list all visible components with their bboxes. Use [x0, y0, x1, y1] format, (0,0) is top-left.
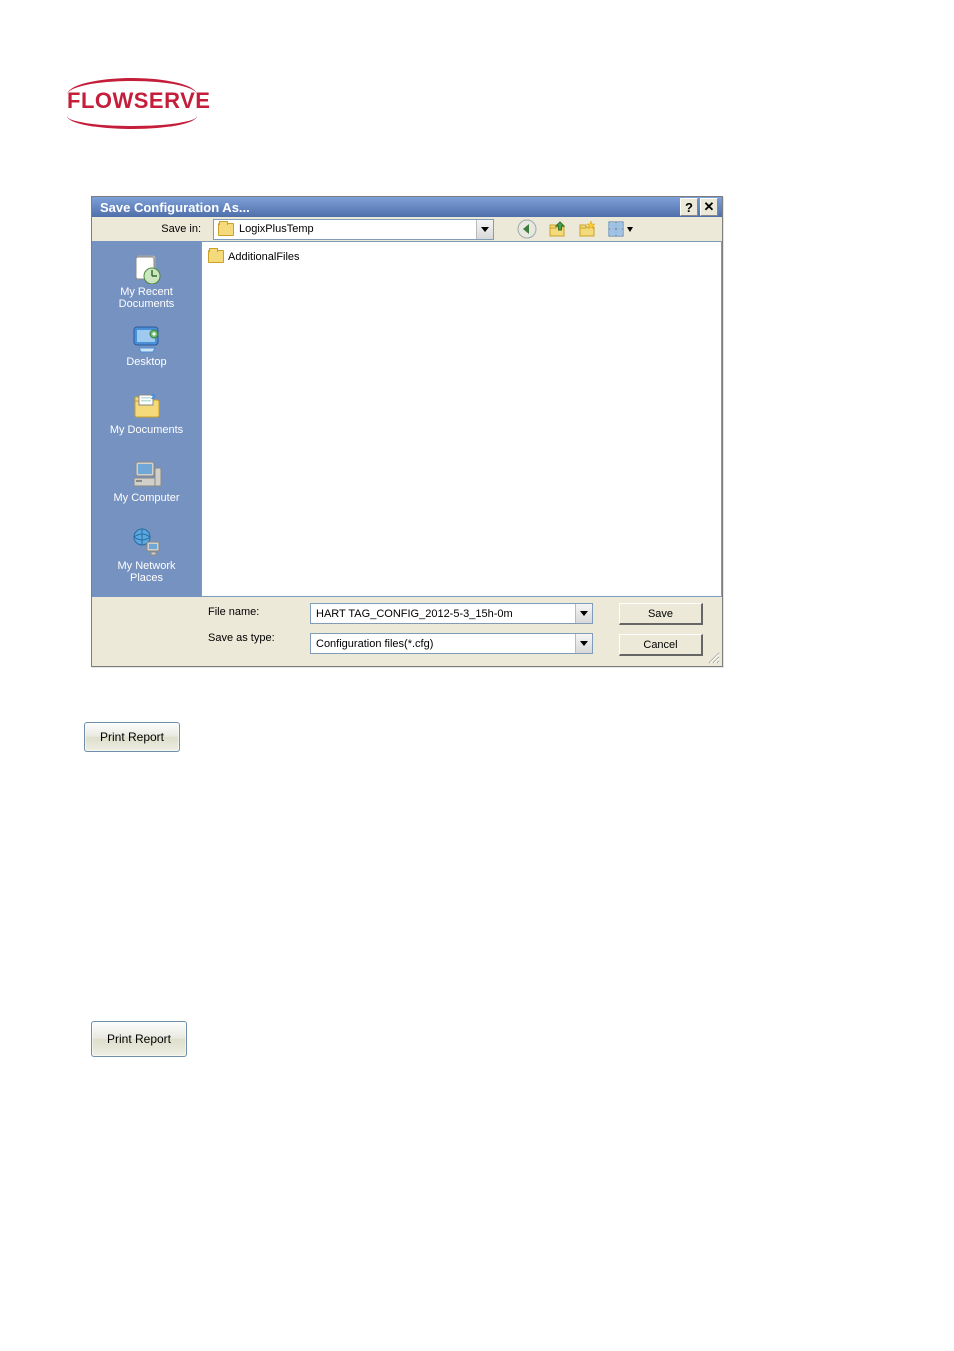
filetype-label: Save as type:	[208, 632, 310, 644]
savein-toolbar: Save in: LogixPlusTemp	[92, 217, 722, 241]
view-menu-button[interactable]	[606, 218, 636, 240]
desktop-icon	[131, 322, 163, 354]
save-dialog: Save Configuration As... ? ✕ Save in: Lo…	[91, 196, 723, 667]
chevron-down-icon	[575, 634, 592, 653]
up-one-level-button[interactable]	[546, 218, 568, 240]
save-button[interactable]: Save	[619, 603, 703, 625]
file-item-name: AdditionalFiles	[228, 251, 300, 263]
folder-icon	[208, 250, 224, 263]
close-titlebar-button[interactable]: ✕	[700, 198, 718, 216]
place-my-computer[interactable]: My Computer	[96, 454, 197, 510]
help-titlebar-button[interactable]: ?	[680, 198, 698, 216]
dialog-bottom: File name: Save as type: HART TAG_CONFIG…	[92, 597, 722, 666]
file-list-pane[interactable]: AdditionalFiles	[201, 241, 722, 597]
savein-value: LogixPlusTemp	[239, 223, 471, 235]
back-button[interactable]	[516, 218, 538, 240]
recent-documents-icon	[131, 252, 163, 284]
savein-dropdown[interactable]: LogixPlusTemp	[213, 219, 494, 240]
savein-label: Save in:	[126, 223, 201, 235]
help-icon: ?	[685, 200, 693, 215]
chevron-down-icon	[575, 604, 592, 623]
dialog-title: Save Configuration As...	[100, 200, 250, 215]
folder-icon	[218, 223, 234, 236]
place-network-places[interactable]: My Network Places	[96, 522, 197, 590]
filetype-dropdown[interactable]: Configuration files(*.cfg)	[310, 633, 593, 654]
filename-field[interactable]: HART TAG_CONFIG_2012-5-3_15h-0m	[310, 603, 593, 624]
my-documents-icon	[131, 390, 163, 422]
dialog-titlebar: Save Configuration As... ? ✕	[92, 197, 722, 217]
resize-grip[interactable]	[706, 650, 720, 664]
place-desktop[interactable]: Desktop	[96, 318, 197, 374]
close-icon: ✕	[704, 199, 715, 215]
filename-label: File name:	[208, 606, 310, 618]
filetype-value: Configuration files(*.cfg)	[316, 638, 575, 650]
place-recent-documents[interactable]: My Recent Documents	[96, 248, 197, 316]
cancel-button[interactable]: Cancel	[619, 634, 703, 656]
brand-logo: FLOWSERVE	[67, 88, 210, 114]
print-report-button[interactable]: Print Report	[91, 1021, 187, 1057]
network-places-icon	[131, 526, 163, 558]
filename-value: HART TAG_CONFIG_2012-5-3_15h-0m	[316, 608, 575, 620]
list-item[interactable]: AdditionalFiles	[208, 248, 715, 265]
chevron-down-icon	[476, 220, 493, 239]
place-my-documents[interactable]: My Documents	[96, 386, 197, 442]
places-bar: My Recent Documents Desktop	[92, 241, 201, 597]
my-computer-icon	[131, 458, 163, 490]
print-report-button[interactable]: Print Report	[84, 722, 180, 752]
new-folder-button[interactable]	[576, 218, 598, 240]
